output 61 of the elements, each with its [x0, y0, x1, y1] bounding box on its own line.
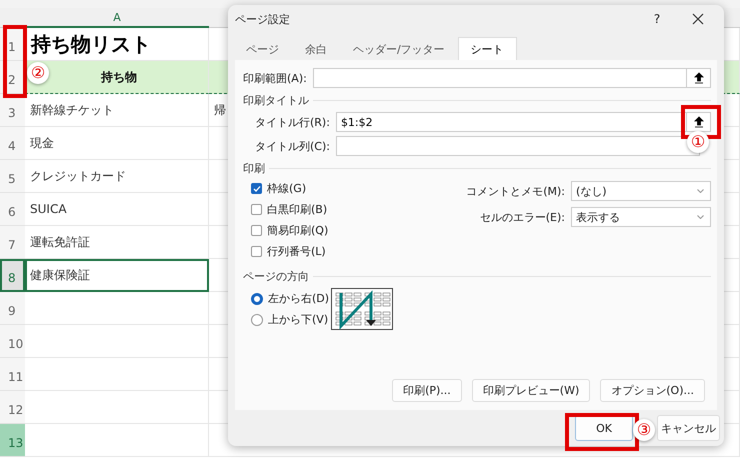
section-heading: 印刷タイトル: [243, 92, 309, 108]
radio-button[interactable]: [251, 292, 263, 304]
up-arrow-icon: [694, 116, 704, 128]
field-label: セルのエラー(E):: [480, 210, 565, 224]
field-label: コメントとメモ(M):: [466, 184, 565, 198]
step-number: ③: [633, 419, 655, 441]
dialog-button[interactable]: 印刷プレビュー(W): [472, 379, 590, 402]
print-area-field[interactable]: [312, 68, 687, 88]
title-rows-field[interactable]: $1:$2: [336, 112, 687, 132]
row-header[interactable]: 9: [0, 292, 25, 325]
section-heading: ページの方向: [243, 268, 309, 284]
up-arrow-icon: [694, 72, 704, 84]
table-cell: クレジットカード: [25, 160, 209, 193]
table-cell: SUICA: [25, 193, 209, 226]
checkbox-label: 白黒印刷(B): [267, 202, 328, 217]
checkbox-label: 枠線(G): [267, 181, 306, 196]
checkbox[interactable]: [251, 204, 262, 215]
checkbox[interactable]: [251, 183, 262, 194]
checkbox-label: 行列番号(L): [267, 244, 326, 259]
tab[interactable]: シート: [458, 37, 517, 60]
checkbox[interactable]: [251, 225, 262, 236]
chevron-down-icon: [697, 189, 704, 193]
tab[interactable]: ページ: [233, 37, 292, 60]
row-header[interactable]: 6: [0, 193, 25, 226]
dropdown[interactable]: 表示する: [571, 207, 711, 227]
tab[interactable]: 余白: [292, 37, 340, 60]
section-heading: 印刷: [243, 160, 265, 176]
dialog-button[interactable]: オプション(O)...: [600, 379, 705, 402]
radio-label: 上から下(V): [268, 312, 328, 327]
table-cell: 運転免許証: [25, 226, 209, 259]
selected-cell[interactable]: 健康保険証: [25, 259, 209, 292]
close-icon[interactable]: [690, 11, 706, 27]
ok-button[interactable]: OK: [575, 415, 633, 441]
chevron-down-icon: [697, 215, 704, 219]
column-header[interactable]: A: [25, 8, 209, 28]
radio-button[interactable]: [251, 314, 263, 326]
row-header[interactable]: 13: [0, 424, 25, 457]
collapse-button[interactable]: [687, 112, 711, 132]
cancel-button[interactable]: キャンセル: [657, 415, 720, 441]
field-label: 印刷範囲(A):: [243, 70, 307, 86]
checkbox[interactable]: [251, 246, 262, 257]
row-header[interactable]: 4: [0, 127, 25, 160]
checkbox-label: 簡易印刷(Q): [267, 223, 328, 238]
dialog-title: ページ設定: [235, 12, 291, 26]
row-header[interactable]: 11: [0, 358, 25, 391]
field-label: タイトル行(R):: [255, 114, 330, 130]
row-header[interactable]: 12: [0, 391, 25, 424]
tab[interactable]: ヘッダー/フッター: [340, 37, 458, 60]
row-header[interactable]: 10: [0, 325, 25, 358]
row-header[interactable]: 5: [0, 160, 25, 193]
row-header[interactable]: 7: [0, 226, 25, 259]
help-button[interactable]: ?: [642, 12, 672, 26]
table-cell: 新幹線チケット: [25, 94, 209, 127]
field-label: タイトル列(C):: [255, 138, 330, 154]
collapse-button[interactable]: [687, 68, 711, 88]
radio-label: 左から右(D): [268, 291, 330, 306]
page-order-drawing: [331, 288, 393, 330]
dropdown[interactable]: (なし): [571, 181, 711, 201]
dialog-button[interactable]: 印刷(P)...: [392, 379, 462, 402]
row-header[interactable]: 8: [0, 259, 25, 292]
table-cell: 現金: [25, 127, 209, 160]
